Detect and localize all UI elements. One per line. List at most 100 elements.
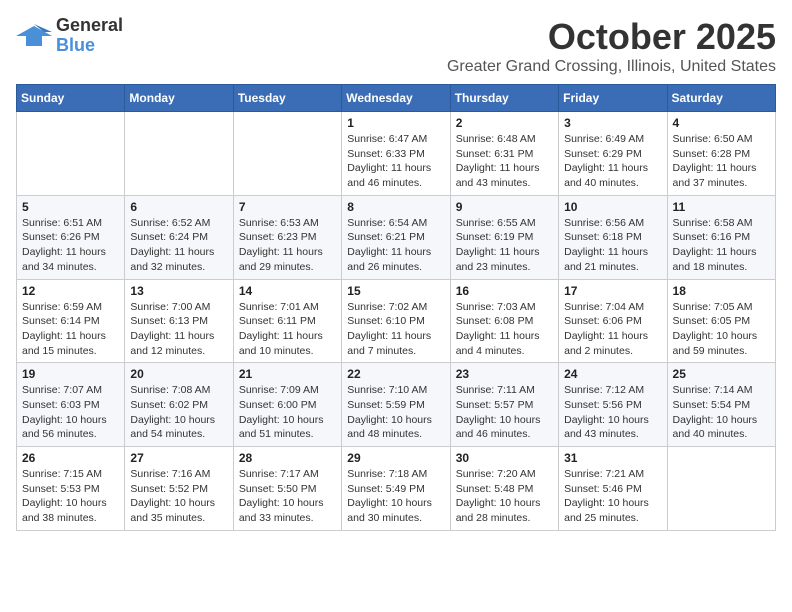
day-number: 31 <box>564 451 661 465</box>
day-content: Sunrise: 6:50 AM Sunset: 6:28 PM Dayligh… <box>673 132 770 191</box>
calendar-cell: 12 Sunrise: 6:59 AM Sunset: 6:14 PM Dayli… <box>17 279 125 363</box>
day-content: Sunrise: 6:49 AM Sunset: 6:29 PM Dayligh… <box>564 132 661 191</box>
calendar-week-5: 26 Sunrise: 7:15 AM Sunset: 5:53 PM Dayli… <box>17 447 776 531</box>
calendar-cell: 1 Sunrise: 6:47 AM Sunset: 6:33 PM Daylig… <box>342 112 450 196</box>
day-number: 11 <box>673 200 770 214</box>
calendar-cell: 27 Sunrise: 7:16 AM Sunset: 5:52 PM Dayli… <box>125 447 233 531</box>
day-content: Sunrise: 6:58 AM Sunset: 6:16 PM Dayligh… <box>673 216 770 275</box>
day-content: Sunrise: 7:14 AM Sunset: 5:54 PM Dayligh… <box>673 383 770 442</box>
calendar-cell: 26 Sunrise: 7:15 AM Sunset: 5:53 PM Dayli… <box>17 447 125 531</box>
calendar-cell: 28 Sunrise: 7:17 AM Sunset: 5:50 PM Dayli… <box>233 447 341 531</box>
calendar-week-4: 19 Sunrise: 7:07 AM Sunset: 6:03 PM Dayli… <box>17 363 776 447</box>
calendar-cell <box>125 112 233 196</box>
day-content: Sunrise: 7:01 AM Sunset: 6:11 PM Dayligh… <box>239 300 336 359</box>
header: General Blue October 2025 Greater Grand … <box>16 16 776 76</box>
day-number: 17 <box>564 284 661 298</box>
calendar-cell: 3Sunrise: 6:49 AM Sunset: 6:29 PM Daylig… <box>559 112 667 196</box>
calendar-header-monday: Monday <box>125 85 233 112</box>
day-content: Sunrise: 6:52 AM Sunset: 6:24 PM Dayligh… <box>130 216 227 275</box>
day-content: Sunrise: 7:11 AM Sunset: 5:57 PM Dayligh… <box>456 383 553 442</box>
calendar-cell <box>233 112 341 196</box>
day-number: 23 <box>456 367 553 381</box>
calendar-cell: 17 Sunrise: 7:04 AM Sunset: 6:06 PM Dayli… <box>559 279 667 363</box>
day-content: Sunrise: 6:56 AM Sunset: 6:18 PM Dayligh… <box>564 216 661 275</box>
day-content: Sunrise: 7:16 AM Sunset: 5:52 PM Dayligh… <box>130 467 227 526</box>
logo-icon <box>16 22 52 50</box>
calendar-cell: 8Sunrise: 6:54 AM Sunset: 6:21 PM Daylig… <box>342 195 450 279</box>
calendar-cell: 11 Sunrise: 6:58 AM Sunset: 6:16 PM Dayli… <box>667 195 775 279</box>
calendar-cell: 25Sunrise: 7:14 AM Sunset: 5:54 PM Dayli… <box>667 363 775 447</box>
calendar-cell: 4 Sunrise: 6:50 AM Sunset: 6:28 PM Daylig… <box>667 112 775 196</box>
month-title: October 2025 <box>447 16 776 58</box>
day-number: 18 <box>673 284 770 298</box>
day-number: 7 <box>239 200 336 214</box>
calendar-cell: 18 Sunrise: 7:05 AM Sunset: 6:05 PM Dayli… <box>667 279 775 363</box>
day-number: 16 <box>456 284 553 298</box>
calendar-cell <box>17 112 125 196</box>
day-number: 13 <box>130 284 227 298</box>
day-content: Sunrise: 6:53 AM Sunset: 6:23 PM Dayligh… <box>239 216 336 275</box>
calendar-cell: 22Sunrise: 7:10 AM Sunset: 5:59 PM Dayli… <box>342 363 450 447</box>
day-content: Sunrise: 7:05 AM Sunset: 6:05 PM Dayligh… <box>673 300 770 359</box>
calendar-header-wednesday: Wednesday <box>342 85 450 112</box>
calendar-header-saturday: Saturday <box>667 85 775 112</box>
calendar-cell <box>667 447 775 531</box>
calendar-cell: 16 Sunrise: 7:03 AM Sunset: 6:08 PM Dayli… <box>450 279 558 363</box>
calendar-header-row: SundayMondayTuesdayWednesdayThursdayFrid… <box>17 85 776 112</box>
calendar-cell: 7 Sunrise: 6:53 AM Sunset: 6:23 PM Daylig… <box>233 195 341 279</box>
calendar-week-2: 5Sunrise: 6:51 AM Sunset: 6:26 PM Daylig… <box>17 195 776 279</box>
day-content: Sunrise: 7:00 AM Sunset: 6:13 PM Dayligh… <box>130 300 227 359</box>
day-number: 14 <box>239 284 336 298</box>
title-block: October 2025 Greater Grand Crossing, Ill… <box>447 16 776 76</box>
day-number: 21 <box>239 367 336 381</box>
calendar-cell: 31Sunrise: 7:21 AM Sunset: 5:46 PM Dayli… <box>559 447 667 531</box>
calendar-header-tuesday: Tuesday <box>233 85 341 112</box>
day-content: Sunrise: 7:03 AM Sunset: 6:08 PM Dayligh… <box>456 300 553 359</box>
day-number: 27 <box>130 451 227 465</box>
calendar-cell: 2Sunrise: 6:48 AM Sunset: 6:31 PM Daylig… <box>450 112 558 196</box>
calendar-cell: 20Sunrise: 7:08 AM Sunset: 6:02 PM Dayli… <box>125 363 233 447</box>
day-number: 1 <box>347 116 444 130</box>
calendar-cell: 14 Sunrise: 7:01 AM Sunset: 6:11 PM Dayli… <box>233 279 341 363</box>
calendar-cell: 10Sunrise: 6:56 AM Sunset: 6:18 PM Dayli… <box>559 195 667 279</box>
calendar-cell: 23 Sunrise: 7:11 AM Sunset: 5:57 PM Dayli… <box>450 363 558 447</box>
logo-line1: General <box>56 16 123 36</box>
calendar-cell: 15 Sunrise: 7:02 AM Sunset: 6:10 PM Dayli… <box>342 279 450 363</box>
calendar-cell: 9Sunrise: 6:55 AM Sunset: 6:19 PM Daylig… <box>450 195 558 279</box>
calendar-cell: 6 Sunrise: 6:52 AM Sunset: 6:24 PM Daylig… <box>125 195 233 279</box>
day-content: Sunrise: 7:18 AM Sunset: 5:49 PM Dayligh… <box>347 467 444 526</box>
calendar-week-3: 12 Sunrise: 6:59 AM Sunset: 6:14 PM Dayli… <box>17 279 776 363</box>
day-content: Sunrise: 7:08 AM Sunset: 6:02 PM Dayligh… <box>130 383 227 442</box>
logo-line2: Blue <box>56 36 123 56</box>
day-number: 30 <box>456 451 553 465</box>
day-content: Sunrise: 6:47 AM Sunset: 6:33 PM Dayligh… <box>347 132 444 191</box>
day-number: 19 <box>22 367 119 381</box>
day-number: 12 <box>22 284 119 298</box>
day-number: 29 <box>347 451 444 465</box>
day-content: Sunrise: 6:54 AM Sunset: 6:21 PM Dayligh… <box>347 216 444 275</box>
calendar-cell: 19 Sunrise: 7:07 AM Sunset: 6:03 PM Dayli… <box>17 363 125 447</box>
day-content: Sunrise: 6:59 AM Sunset: 6:14 PM Dayligh… <box>22 300 119 359</box>
day-number: 26 <box>22 451 119 465</box>
day-number: 6 <box>130 200 227 214</box>
day-content: Sunrise: 7:17 AM Sunset: 5:50 PM Dayligh… <box>239 467 336 526</box>
day-content: Sunrise: 7:02 AM Sunset: 6:10 PM Dayligh… <box>347 300 444 359</box>
day-number: 2 <box>456 116 553 130</box>
calendar-cell: 30 Sunrise: 7:20 AM Sunset: 5:48 PM Dayli… <box>450 447 558 531</box>
day-content: Sunrise: 7:15 AM Sunset: 5:53 PM Dayligh… <box>22 467 119 526</box>
calendar-cell: 21 Sunrise: 7:09 AM Sunset: 6:00 PM Dayli… <box>233 363 341 447</box>
day-number: 28 <box>239 451 336 465</box>
day-number: 9 <box>456 200 553 214</box>
day-content: Sunrise: 7:20 AM Sunset: 5:48 PM Dayligh… <box>456 467 553 526</box>
day-content: Sunrise: 7:07 AM Sunset: 6:03 PM Dayligh… <box>22 383 119 442</box>
calendar-table: SundayMondayTuesdayWednesdayThursdayFrid… <box>16 84 776 531</box>
day-number: 5 <box>22 200 119 214</box>
day-content: Sunrise: 7:04 AM Sunset: 6:06 PM Dayligh… <box>564 300 661 359</box>
logo: General Blue <box>16 16 123 56</box>
location-title: Greater Grand Crossing, Illinois, United… <box>447 58 776 76</box>
day-number: 15 <box>347 284 444 298</box>
calendar-header-thursday: Thursday <box>450 85 558 112</box>
calendar-cell: 24Sunrise: 7:12 AM Sunset: 5:56 PM Dayli… <box>559 363 667 447</box>
day-number: 4 <box>673 116 770 130</box>
day-content: Sunrise: 7:09 AM Sunset: 6:00 PM Dayligh… <box>239 383 336 442</box>
